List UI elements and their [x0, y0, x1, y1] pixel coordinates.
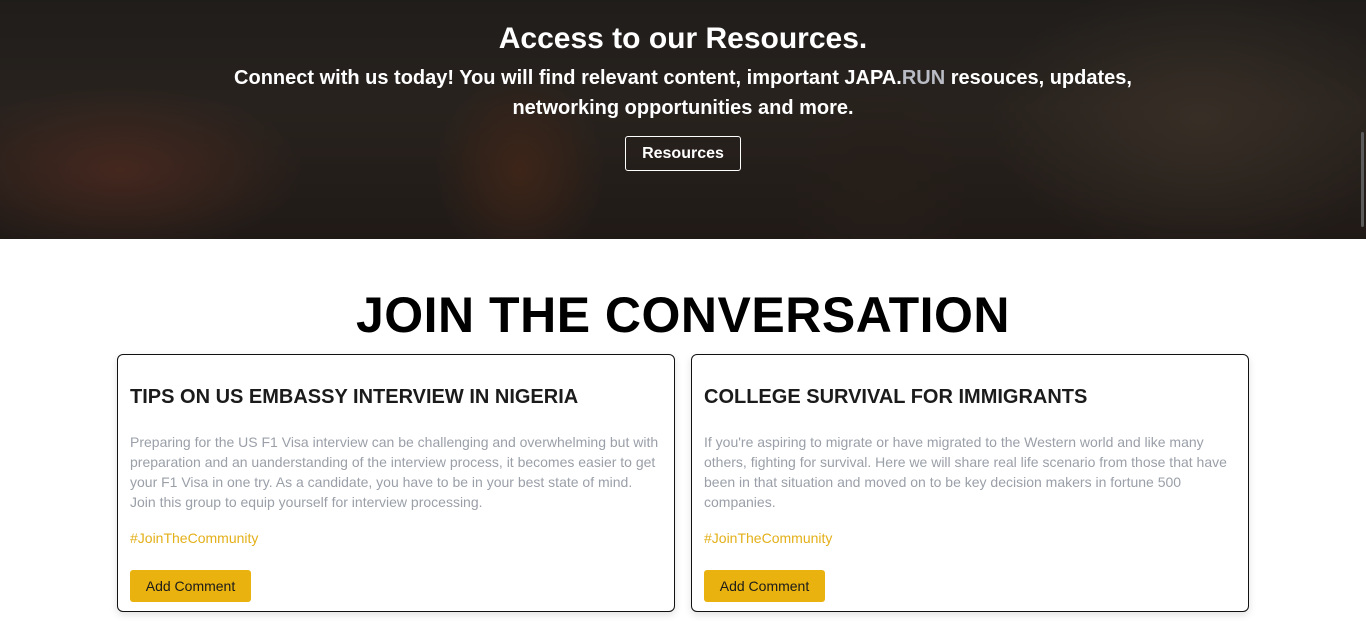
- card-title: COLLEGE SURVIVAL FOR IMMIGRANTS: [704, 386, 1088, 408]
- card-college-survival: COLLEGE SURVIVAL FOR IMMIGRANTS If you'r…: [691, 354, 1249, 612]
- add-comment-button[interactable]: Add Comment: [130, 570, 251, 602]
- hero-title: Access to our Resources.: [498, 22, 868, 55]
- card-description: If you're aspiring to migrate or have mi…: [704, 434, 1227, 510]
- hero-subtitle-part1: Connect with us today! You will find rel…: [234, 67, 902, 89]
- resources-button[interactable]: Resources: [625, 136, 741, 171]
- card-hashtag[interactable]: #JoinTheCommunity: [704, 530, 832, 546]
- card-hashtag[interactable]: #JoinTheCommunity: [130, 530, 258, 546]
- card-us-embassy-interview: TIPS ON US EMBASSY INTERVIEW IN NIGERIA …: [117, 354, 675, 612]
- card-description: Preparing for the US F1 Visa interview c…: [130, 434, 659, 510]
- scrollbar-thumb[interactable]: [1361, 132, 1364, 227]
- hero-banner: Access to our Resources. Connect with us…: [0, 0, 1366, 239]
- card-title: TIPS ON US EMBASSY INTERVIEW IN NIGERIA: [130, 386, 579, 408]
- hero-subtitle-accent: RUN: [901, 67, 946, 89]
- add-comment-button[interactable]: Add Comment: [704, 570, 825, 602]
- section-title: JOIN THE CONVERSATION: [355, 287, 1011, 343]
- hero-subtitle: Connect with us today! You will find rel…: [220, 63, 1146, 123]
